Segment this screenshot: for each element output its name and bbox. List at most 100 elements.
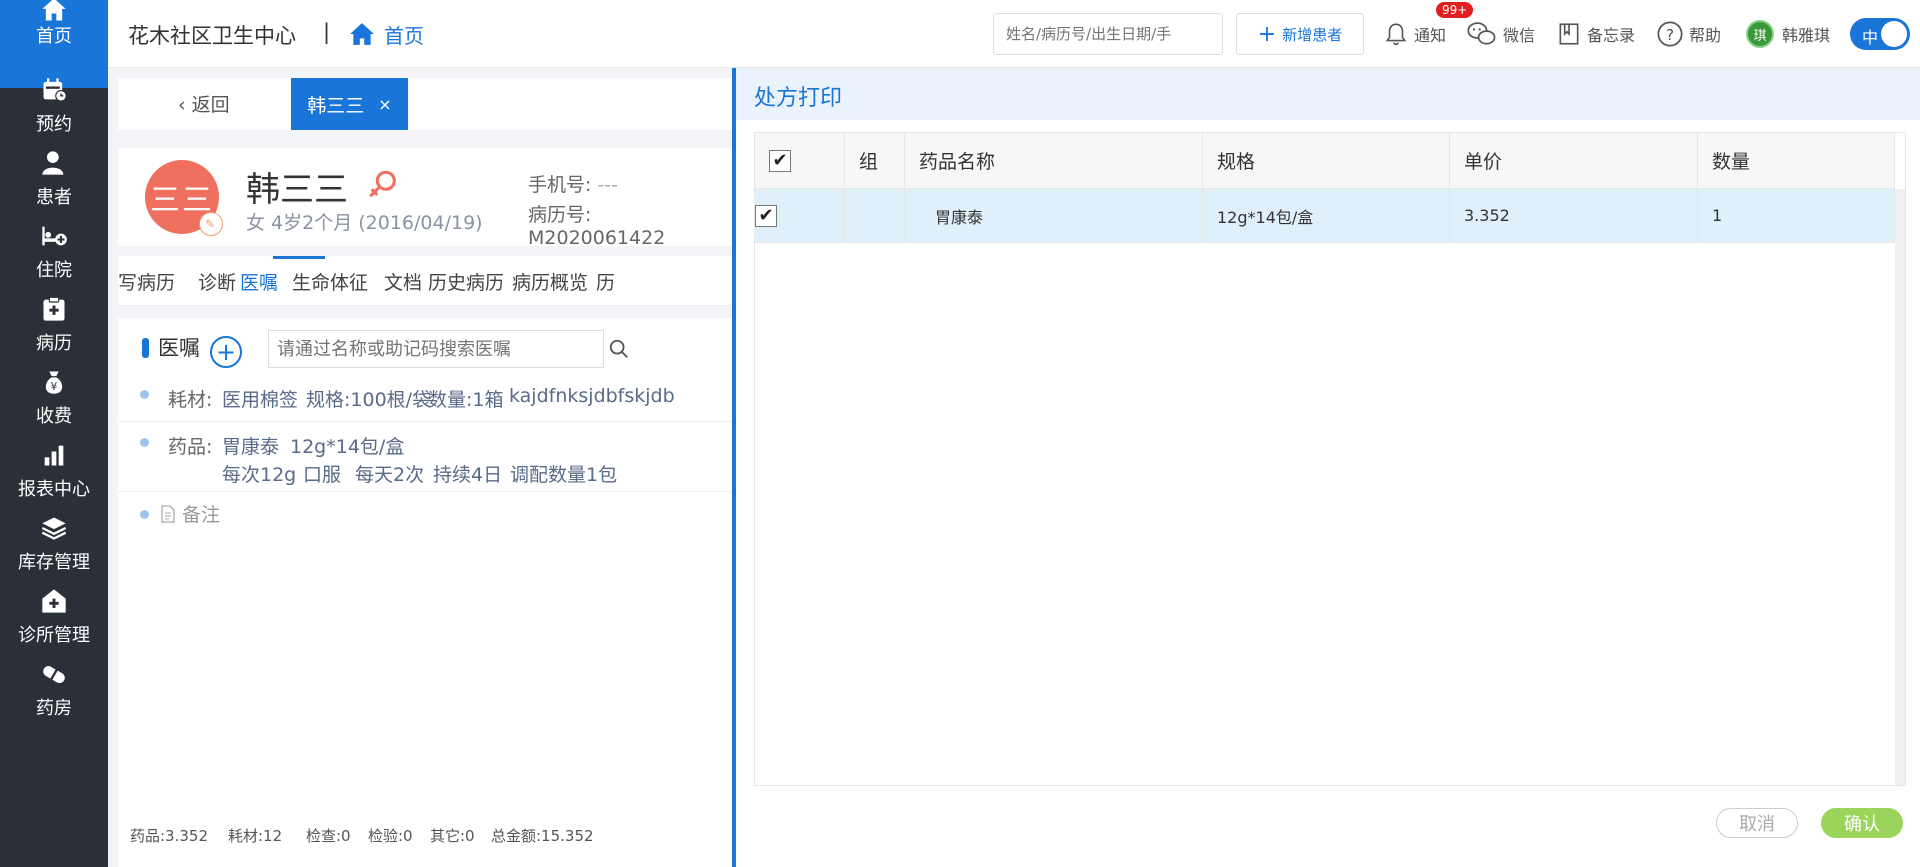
tab-documents[interactable]: 文档 [384, 268, 422, 295]
tab-orders[interactable]: 医嘱 [240, 268, 278, 295]
tab-more[interactable]: 历 [596, 268, 615, 295]
row-select-cell: ✔ [755, 189, 845, 243]
select-all-checkbox[interactable]: ✔ [769, 149, 791, 172]
record-menu: 写病历 诊断 医嘱 生命体征 文档 历史病历 病历概览 历 [118, 256, 732, 306]
drug-frequency: 每天2次 [355, 464, 425, 486]
confirm-button[interactable]: 确认 [1821, 808, 1903, 838]
help-label: 帮助 [1689, 26, 1722, 45]
help-button[interactable]: ? 帮助 [1656, 18, 1721, 50]
material-extra: kajdfnksjdbfskjdb [509, 385, 675, 407]
patient-demographics: 女 4岁2个月 (2016/04/19) [246, 212, 483, 234]
tab-diagnosis[interactable]: 诊断 [198, 268, 236, 295]
patient-search-input[interactable] [993, 13, 1223, 55]
bullet [140, 510, 149, 519]
drug-duration: 持续4日 [433, 464, 503, 486]
vertical-scrollbar[interactable] [1895, 189, 1905, 785]
test-total: 检验:0 [368, 827, 413, 845]
drug-name: 胃康泰 [222, 436, 280, 458]
user-name: 韩雅琪 [1782, 26, 1831, 45]
top-bar: 花木社区卫生中心 | 首页 + 新增患者 通知 99+ 微信 备忘录 ? 帮助 [108, 0, 1920, 68]
wechat-label: 微信 [1503, 26, 1536, 45]
help-icon: ? [1657, 21, 1683, 47]
notify-button[interactable]: 通知 [1383, 18, 1446, 50]
language-toggle[interactable]: 中 [1850, 18, 1910, 50]
wechat-button[interactable]: 微信 [1466, 18, 1535, 50]
patient-avatar[interactable]: 三三 ✎ [145, 160, 223, 236]
price-cell: 3.352 [1450, 189, 1698, 243]
tab-history-records[interactable]: 历史病历 [428, 268, 504, 295]
add-patient-button[interactable]: + 新增患者 [1236, 13, 1364, 55]
wechat-icon [1467, 22, 1496, 45]
tab-patient[interactable]: 韩三三 × [291, 78, 408, 130]
drug-route: 口服 [303, 464, 342, 486]
prescription-table: ✔ 组 药品名称 规格 单价 数量 ✔ 胃康泰 12g*14包/盒 3.352 … [754, 132, 1906, 786]
add-patient-label: 新增患者 [1282, 25, 1343, 44]
medical-record-icon [43, 296, 65, 321]
row-checkbox[interactable]: ✔ [755, 204, 777, 227]
remark-button[interactable]: 备注 [160, 500, 220, 527]
notify-label: 通知 [1414, 26, 1447, 45]
sidebar-item-pharmacy[interactable]: 药房 [0, 642, 108, 730]
back-label: 返回 [191, 94, 230, 116]
app-root: 首页 预约 患者 住院 病历 ¥ 收费 报表中心 库存管理 诊所管理 药房 花木… [0, 0, 1920, 867]
back-button[interactable]: ‹ 返回 [178, 90, 230, 117]
order-row-drug[interactable]: 药品: 胃康泰 12g*14包/盒 每次12g 口服 每天2次 持续4日 调配数… [118, 422, 732, 492]
qty-cell: 1 [1698, 189, 1895, 243]
document-icon [161, 504, 175, 523]
order-search-input[interactable] [268, 330, 604, 368]
drug-dose: 每次12g [222, 464, 297, 486]
header-separator: | [323, 20, 331, 44]
drug-name-cell: 胃康泰 [905, 189, 1203, 243]
layers-icon [41, 517, 67, 540]
close-icon[interactable]: × [378, 95, 391, 114]
order-row-material[interactable]: 耗材: 医用棉签 规格:100根/袋 数量:1箱 kajdfnksjdbfskj… [118, 370, 732, 422]
remark-label: 备注 [182, 504, 221, 526]
patient-tabs: ‹ 返回 韩三三 × [118, 78, 732, 130]
order-type-label: 耗材: [168, 389, 213, 411]
active-tab-indicator [273, 256, 325, 259]
user-menu[interactable]: 琪 韩雅琪 [1746, 18, 1830, 50]
search-icon[interactable] [608, 338, 630, 360]
sidebar-item-label: 首页 [36, 26, 72, 47]
drug-spec: 12g*14包/盒 [290, 436, 405, 458]
orders-title: 医嘱 [158, 336, 200, 360]
patient-icon [42, 151, 66, 175]
cancel-button[interactable]: 取消 [1716, 808, 1798, 838]
medical-record-number: 病历号: M2020061422 [528, 204, 666, 249]
sidebar: 首页 预约 患者 住院 病历 ¥ 收费 报表中心 库存管理 诊所管理 药房 [0, 0, 108, 867]
column-header: 单价 [1450, 133, 1698, 189]
home-link-label: 首页 [384, 23, 424, 48]
tab-record-overview[interactable]: 病历概览 [512, 268, 588, 295]
sidebar-item-label: 药房 [36, 698, 72, 719]
home-icon [42, 0, 66, 21]
tab-patient-label: 韩三三 [307, 94, 365, 117]
other-total: 其它:0 [430, 827, 475, 845]
memo-button[interactable]: 备忘录 [1556, 18, 1635, 50]
column-header: 数量 [1698, 133, 1895, 189]
add-order-button[interactable]: + [210, 336, 242, 368]
bell-icon [1385, 23, 1407, 46]
material-spec: 规格:100根/袋 [306, 389, 432, 411]
bar-chart-icon [44, 445, 64, 466]
dialog-header: 处方打印 [736, 68, 1920, 120]
grand-total: 总金额:15.352 [491, 827, 594, 845]
cost-summary: 药品:3.352 耗材:12 检查:0 检验:0 其它:0 总金额:15.352 [118, 803, 732, 867]
drug-total: 药品:3.352 [130, 827, 208, 845]
memo-icon [1559, 23, 1579, 45]
patient-info-card: 三三 ✎ 韩三三 女 4岁2个月 (2016/04/19) 手机号: --- 病… [118, 148, 732, 249]
female-gender-icon [369, 170, 396, 198]
edit-icon[interactable]: ✎ [199, 212, 223, 236]
select-all-header: ✔ [755, 133, 845, 189]
clinic-icon [42, 589, 66, 613]
exam-total: 检查:0 [306, 827, 351, 845]
column-header: 药品名称 [905, 133, 1203, 189]
tab-vital-signs[interactable]: 生命体征 [292, 268, 368, 295]
toggle-knob [1881, 21, 1907, 47]
tab-write-record[interactable]: 写病历 [118, 268, 175, 295]
dialog-title: 处方打印 [754, 86, 843, 111]
material-qty: 数量:1箱 [428, 389, 504, 411]
patient-avatar-text: 三三 [150, 183, 214, 218]
pill-icon [43, 666, 65, 684]
home-breadcrumb-link[interactable]: 首页 [348, 18, 424, 50]
user-avatar: 琪 [1746, 20, 1774, 48]
